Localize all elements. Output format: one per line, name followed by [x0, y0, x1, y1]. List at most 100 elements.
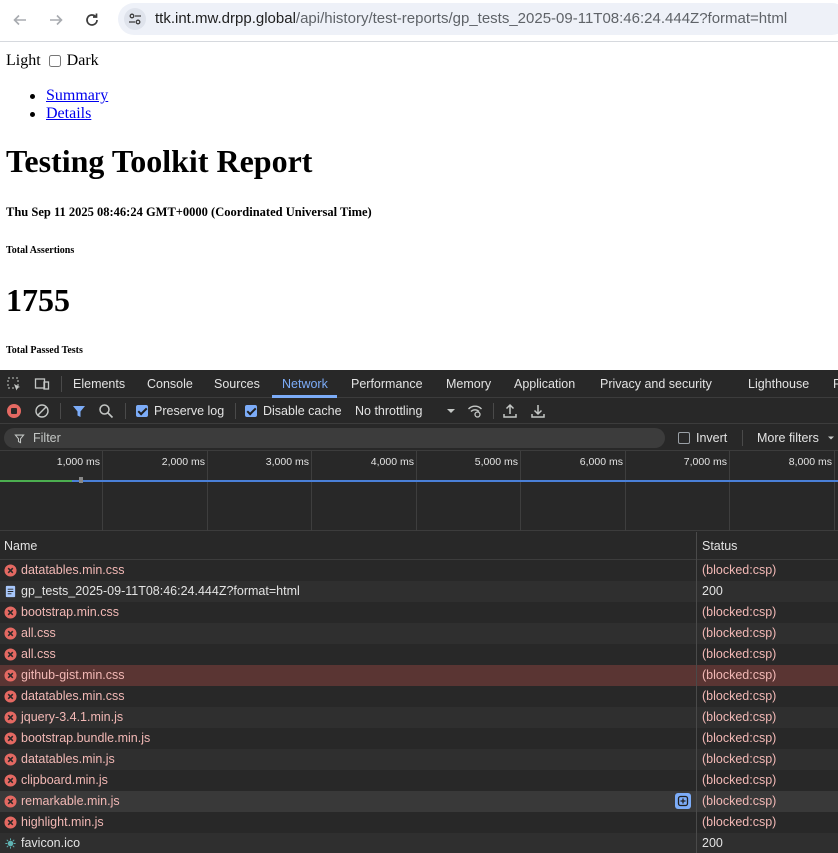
ai-assistance-icon[interactable]: [675, 793, 691, 809]
address-bar[interactable]: ttk.int.mw.drpp.global/api/history/test-…: [118, 3, 838, 35]
back-button[interactable]: [7, 7, 33, 33]
tab-overflow[interactable]: R: [833, 377, 838, 391]
error-circle-icon: [4, 627, 17, 640]
tab-elements[interactable]: Elements: [73, 377, 125, 391]
table-row[interactable]: highlight.min.js (blocked:csp): [0, 812, 838, 833]
preserve-log-label: Preserve log: [154, 404, 225, 418]
forward-button[interactable]: [43, 7, 69, 33]
filter-input[interactable]: Filter: [4, 428, 665, 448]
theme-dark-label: Dark: [66, 52, 99, 69]
timeline-tick-label: 5,000 ms: [474, 456, 518, 468]
tab-lighthouse[interactable]: Lighthouse: [748, 377, 809, 391]
request-name: bootstrap.bundle.min.js: [21, 731, 151, 745]
tab-separator: [61, 376, 62, 392]
table-row[interactable]: datatables.min.js (blocked:csp): [0, 749, 838, 770]
request-status: (blocked:csp): [702, 647, 777, 661]
timeline-gridline: [520, 451, 521, 531]
disable-cache-checkbox[interactable]: Disable cache: [245, 403, 342, 419]
column-divider[interactable]: [696, 532, 697, 853]
error-circle-icon: [4, 753, 17, 766]
request-name: favicon.ico: [21, 836, 81, 850]
request-status: (blocked:csp): [702, 794, 777, 808]
timeline-tick-label: 3,000 ms: [265, 456, 309, 468]
table-row[interactable]: datatables.min.css (blocked:csp): [0, 560, 838, 581]
timeline-marker: [79, 477, 83, 483]
request-name: remarkable.min.js: [21, 794, 120, 808]
inspect-element-icon[interactable]: [6, 376, 22, 392]
checkbox-checked-icon: [136, 405, 148, 417]
network-overview-timeline[interactable]: 1,000 ms 2,000 ms 3,000 ms 4,000 ms 5,00…: [0, 451, 838, 531]
request-status: 200: [702, 836, 723, 850]
request-name: all.css: [21, 626, 56, 640]
request-name: datatables.min.css: [21, 689, 125, 703]
url-path: /api/history/test-reports/gp_tests_2025-…: [295, 10, 788, 27]
table-row[interactable]: all.css (blocked:csp): [0, 644, 838, 665]
preserve-log-checkbox[interactable]: Preserve log: [136, 403, 224, 419]
network-conditions-icon[interactable]: [467, 403, 483, 419]
device-toolbar-icon[interactable]: [34, 376, 50, 392]
invert-label: Invert: [696, 431, 728, 445]
tab-privacy-security[interactable]: Privacy and security: [600, 377, 712, 391]
report-date: Thu Sep 11 2025 08:46:24 GMT+0000 (Coord…: [6, 205, 372, 219]
checkbox-checked-icon: [245, 405, 257, 417]
table-row[interactable]: bootstrap.min.css (blocked:csp): [0, 602, 838, 623]
search-icon[interactable]: [98, 403, 114, 419]
more-filters-label: More filters: [757, 431, 819, 445]
timeline-gridline: [834, 451, 835, 531]
document-icon: [4, 585, 17, 598]
timeline-gridline: [102, 451, 103, 531]
request-name: datatables.min.js: [21, 752, 115, 766]
request-status: (blocked:csp): [702, 710, 777, 724]
timeline-gridline: [311, 451, 312, 531]
table-row[interactable]: jquery-3.4.1.min.js (blocked:csp): [0, 707, 838, 728]
details-link[interactable]: Details: [46, 105, 91, 122]
tab-sources[interactable]: Sources: [214, 377, 260, 391]
chevron-down-icon[interactable]: [443, 403, 459, 419]
error-circle-icon: [4, 690, 17, 703]
nav-item-details: Details: [29, 105, 108, 123]
clear-icon[interactable]: [34, 403, 50, 419]
table-row[interactable]: github-gist.min.css (blocked:csp): [0, 665, 838, 686]
theme-checkbox[interactable]: [48, 55, 61, 67]
export-har-icon[interactable]: [530, 403, 546, 419]
timeline-tick-label: 4,000 ms: [370, 456, 414, 468]
more-filters-dropdown[interactable]: More filters: [757, 430, 837, 446]
nav-item-summary: Summary: [29, 87, 108, 105]
request-status: (blocked:csp): [702, 752, 777, 766]
filter-funnel-icon[interactable]: [71, 403, 87, 419]
column-header-status[interactable]: Status: [702, 539, 737, 553]
request-status: (blocked:csp): [702, 689, 777, 703]
table-row[interactable]: gp_tests_2025-09-11T08:46:24.444Z?format…: [0, 581, 838, 602]
chevron-down-icon: [827, 436, 834, 440]
timeline-gridline: [729, 451, 730, 531]
table-row[interactable]: favicon.ico 200: [0, 833, 838, 853]
table-row[interactable]: bootstrap.bundle.min.js (blocked:csp): [0, 728, 838, 749]
request-status: (blocked:csp): [702, 773, 777, 787]
error-circle-icon: [4, 732, 17, 745]
tab-memory[interactable]: Memory: [446, 377, 491, 391]
table-row[interactable]: datatables.min.css (blocked:csp): [0, 686, 838, 707]
filter-funnel-icon: [14, 434, 25, 443]
table-row[interactable]: all.css (blocked:csp): [0, 623, 838, 644]
request-name: highlight.min.js: [21, 815, 104, 829]
total-assertions-value: 1755: [6, 282, 70, 318]
tab-application[interactable]: Application: [514, 377, 575, 391]
summary-link[interactable]: Summary: [46, 87, 108, 104]
tab-network[interactable]: Network: [282, 377, 328, 391]
reload-button[interactable]: [79, 7, 105, 33]
tab-performance[interactable]: Performance: [351, 377, 423, 391]
request-name: jquery-3.4.1.min.js: [21, 710, 124, 724]
site-settings-icon[interactable]: [124, 8, 146, 30]
throttling-select[interactable]: No throttling: [355, 403, 422, 419]
table-row[interactable]: clipboard.min.js (blocked:csp): [0, 770, 838, 791]
record-stop-icon[interactable]: [6, 403, 22, 419]
timeline-gridline: [625, 451, 626, 531]
timeline-tick-label: 8,000 ms: [788, 456, 832, 468]
browser-toolbar: ttk.int.mw.drpp.global/api/history/test-…: [0, 0, 838, 42]
column-header-name[interactable]: Name: [4, 539, 37, 553]
import-har-icon[interactable]: [502, 403, 518, 419]
invert-checkbox[interactable]: Invert: [678, 430, 727, 446]
table-row[interactable]: remarkable.min.js (blocked:csp): [0, 791, 838, 812]
theme-light-label: Light: [6, 52, 41, 69]
tab-console[interactable]: Console: [147, 377, 193, 391]
